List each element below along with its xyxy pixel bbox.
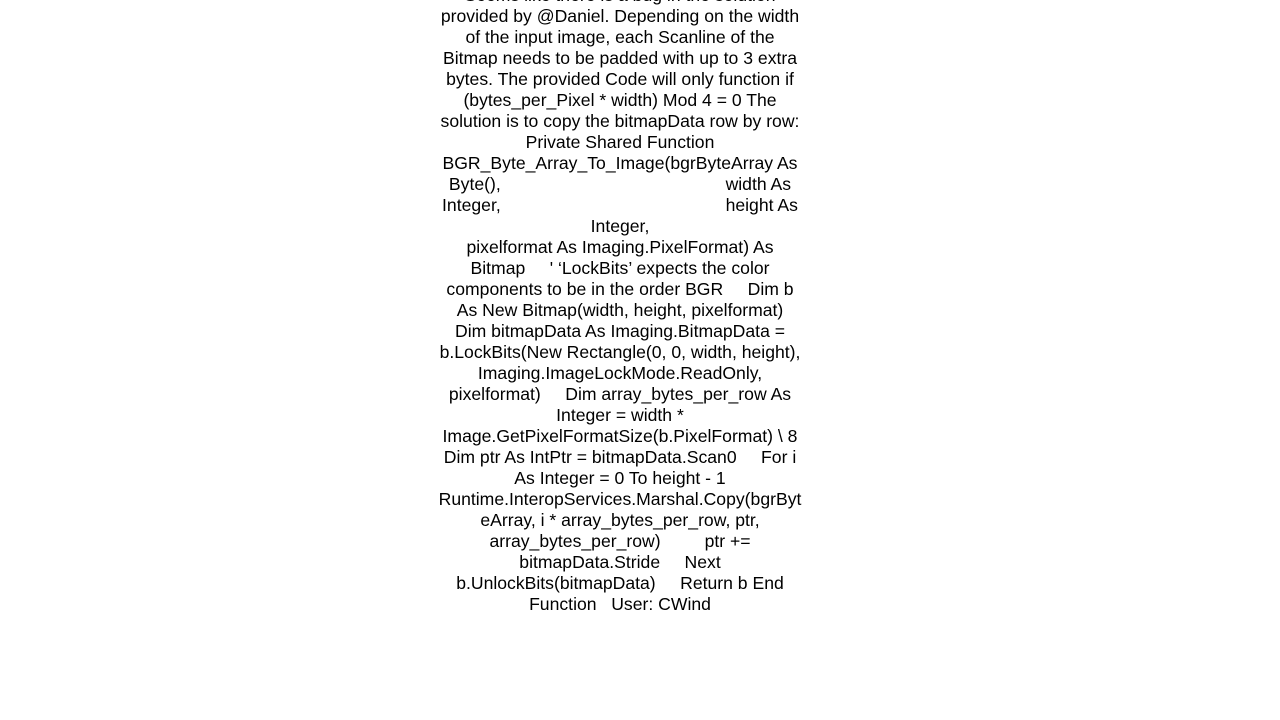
screen-viewport: Seems like there is a bug in the solutio… xyxy=(0,0,1280,720)
answer-body-text: Seems like there is a bug in the solutio… xyxy=(438,0,802,614)
